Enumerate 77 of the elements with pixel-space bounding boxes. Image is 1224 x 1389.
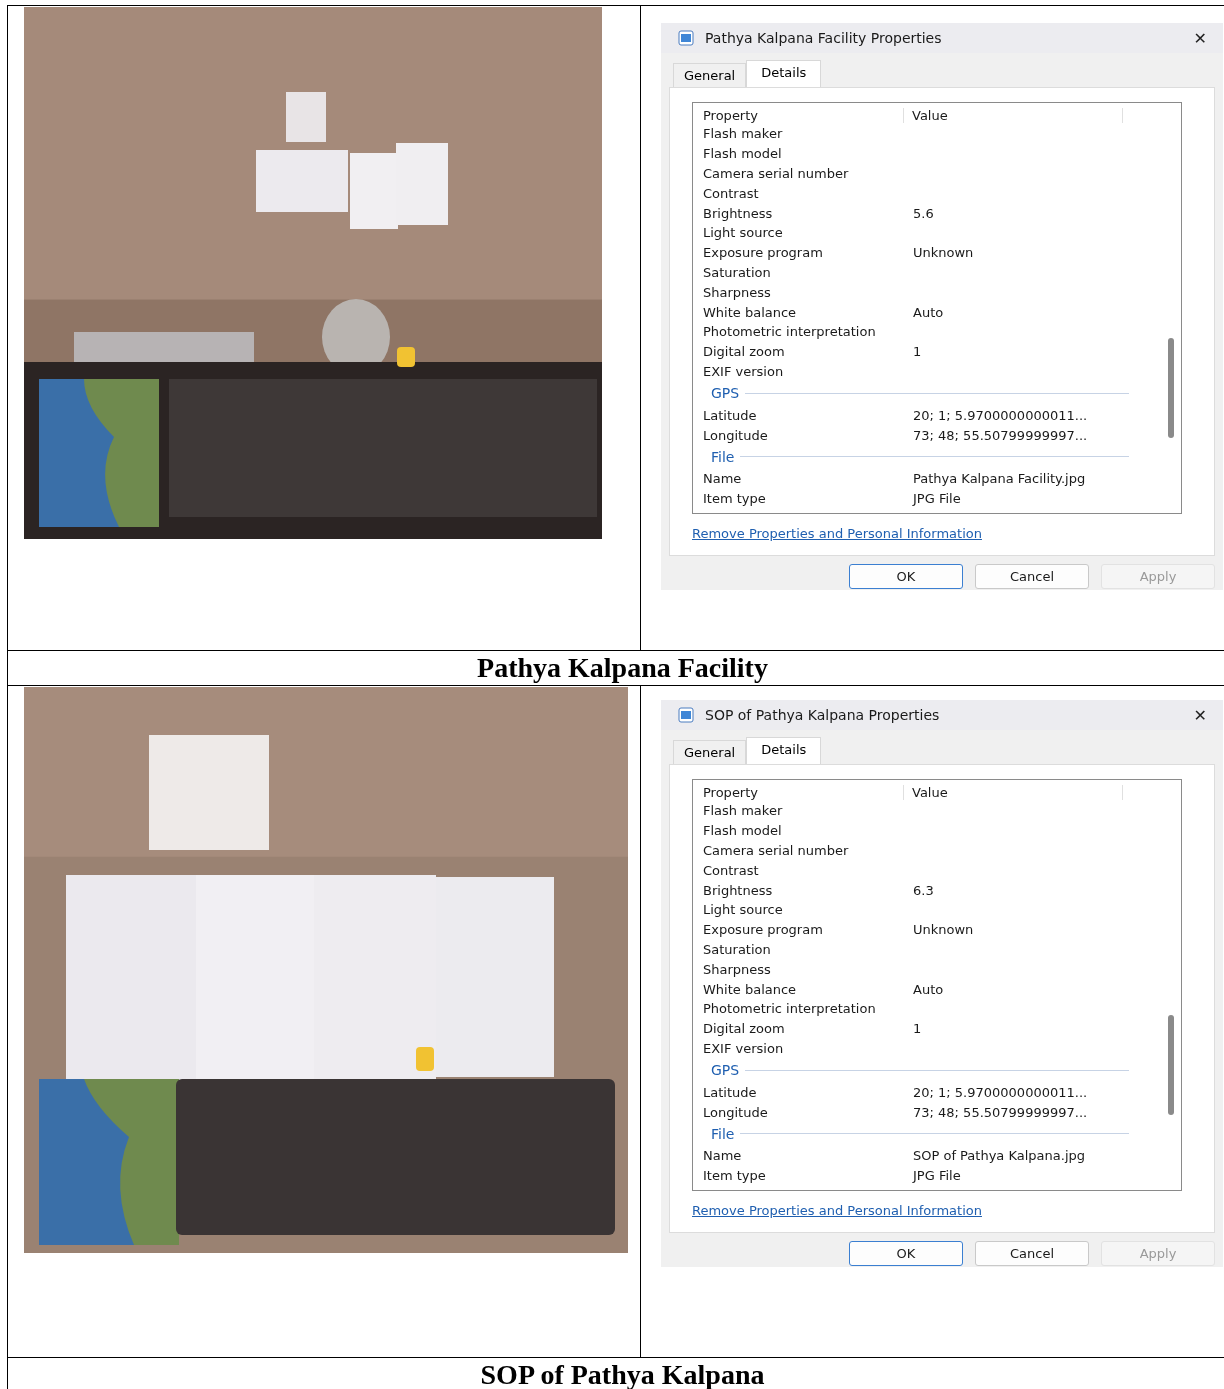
dialog-button[interactable]: OK xyxy=(849,1241,963,1266)
property-name: Name xyxy=(703,1148,743,1164)
caption: Pathya Kalpana Facility xyxy=(477,652,768,684)
window-title: Pathya Kalpana Facility Properties xyxy=(705,30,943,46)
property-name: EXIF version xyxy=(703,1040,785,1056)
property-name: Latitude xyxy=(703,1084,758,1100)
column-header[interactable]: Value xyxy=(904,784,1123,800)
property-name: Contrast xyxy=(703,862,760,878)
property-name: Brightness xyxy=(703,205,774,221)
property-name: Item type xyxy=(703,491,767,507)
dialog-button[interactable]: Cancel xyxy=(975,564,1089,589)
property-name: Flash model xyxy=(703,823,783,839)
property-name: Flash model xyxy=(703,146,783,162)
property-value: Pathya Kalpana Facility.jpg xyxy=(913,471,1086,487)
property-name: Saturation xyxy=(703,941,772,957)
property-name: Exposure program xyxy=(703,922,824,938)
property-value: 1 xyxy=(913,344,922,360)
property-name: Light source xyxy=(703,225,784,241)
property-name: EXIF version xyxy=(703,363,785,379)
group-header: GPS xyxy=(711,385,740,402)
dialog-button[interactable]: OK xyxy=(849,564,963,589)
scrollbar-thumb[interactable] xyxy=(1168,338,1174,438)
property-name: Photometric interpretation xyxy=(703,324,877,340)
property-name: Brightness xyxy=(703,882,774,898)
group-header: File xyxy=(711,1125,735,1142)
tab[interactable]: General xyxy=(673,740,747,764)
property-name: Exposure program xyxy=(703,245,824,261)
property-name: Longitude xyxy=(703,427,769,443)
property-name: Latitude xyxy=(703,407,758,423)
property-value: JPG File xyxy=(913,491,961,507)
property-name: White balance xyxy=(703,304,798,320)
property-name: White balance xyxy=(703,981,798,997)
property-value: 6.3 xyxy=(913,882,934,898)
property-name: Light source xyxy=(703,902,784,918)
column-header[interactable]: Value xyxy=(904,107,1123,123)
property-value: 5.6 xyxy=(913,205,934,221)
property-value: Auto xyxy=(913,981,944,997)
column-header[interactable]: Property xyxy=(703,107,904,123)
property-name: Contrast xyxy=(703,185,760,201)
window-title: SOP of Pathya Kalpana Properties xyxy=(705,707,941,723)
property-name: Camera serial number xyxy=(703,843,850,858)
property-name: Camera serial number xyxy=(703,166,850,181)
property-name: Photometric interpretation xyxy=(703,1001,877,1017)
tab[interactable]: General xyxy=(673,63,747,87)
remove-properties-link[interactable]: Remove Properties and Personal Information xyxy=(692,1203,982,1218)
column-header[interactable]: Property xyxy=(703,784,904,800)
group-header: File xyxy=(711,448,735,465)
property-name: Sharpness xyxy=(703,961,772,977)
property-name: Digital zoom xyxy=(703,344,786,360)
property-value: 73; 48; 55.50799999997... xyxy=(913,1104,1088,1120)
property-value: 73; 48; 55.50799999997... xyxy=(913,427,1088,443)
property-value: Unknown xyxy=(913,245,974,261)
file-properties-icon xyxy=(677,706,695,724)
property-name: Digital zoom xyxy=(703,1021,786,1037)
file-properties-icon xyxy=(677,29,695,47)
tab[interactable]: Details xyxy=(746,737,822,764)
close-button[interactable]: ✕ xyxy=(1185,28,1215,48)
close-button[interactable]: ✕ xyxy=(1185,705,1215,725)
property-value: 20; 1; 5.9700000000011... xyxy=(913,1084,1088,1100)
property-name: Item type xyxy=(703,1168,767,1184)
dialog-button[interactable]: Cancel xyxy=(975,1241,1089,1266)
property-name: Sharpness xyxy=(703,284,772,300)
property-name: Longitude xyxy=(703,1104,769,1120)
group-header: GPS xyxy=(711,1062,740,1079)
property-value: Unknown xyxy=(913,922,974,938)
property-name: Name xyxy=(703,471,743,487)
scrollbar-thumb[interactable] xyxy=(1168,1015,1174,1115)
tab[interactable]: Details xyxy=(746,60,822,87)
property-value: SOP of Pathya Kalpana.jpg xyxy=(913,1148,1085,1164)
property-name: Flash maker xyxy=(703,126,784,142)
property-name: Saturation xyxy=(703,264,772,280)
property-value: 1 xyxy=(913,1021,922,1037)
property-value: JPG File xyxy=(913,1168,961,1184)
remove-properties-link[interactable]: Remove Properties and Personal Information xyxy=(692,526,982,541)
property-name: Flash maker xyxy=(703,803,784,819)
property-value: Auto xyxy=(913,304,944,320)
property-value: 20; 1; 5.9700000000011... xyxy=(913,407,1088,423)
